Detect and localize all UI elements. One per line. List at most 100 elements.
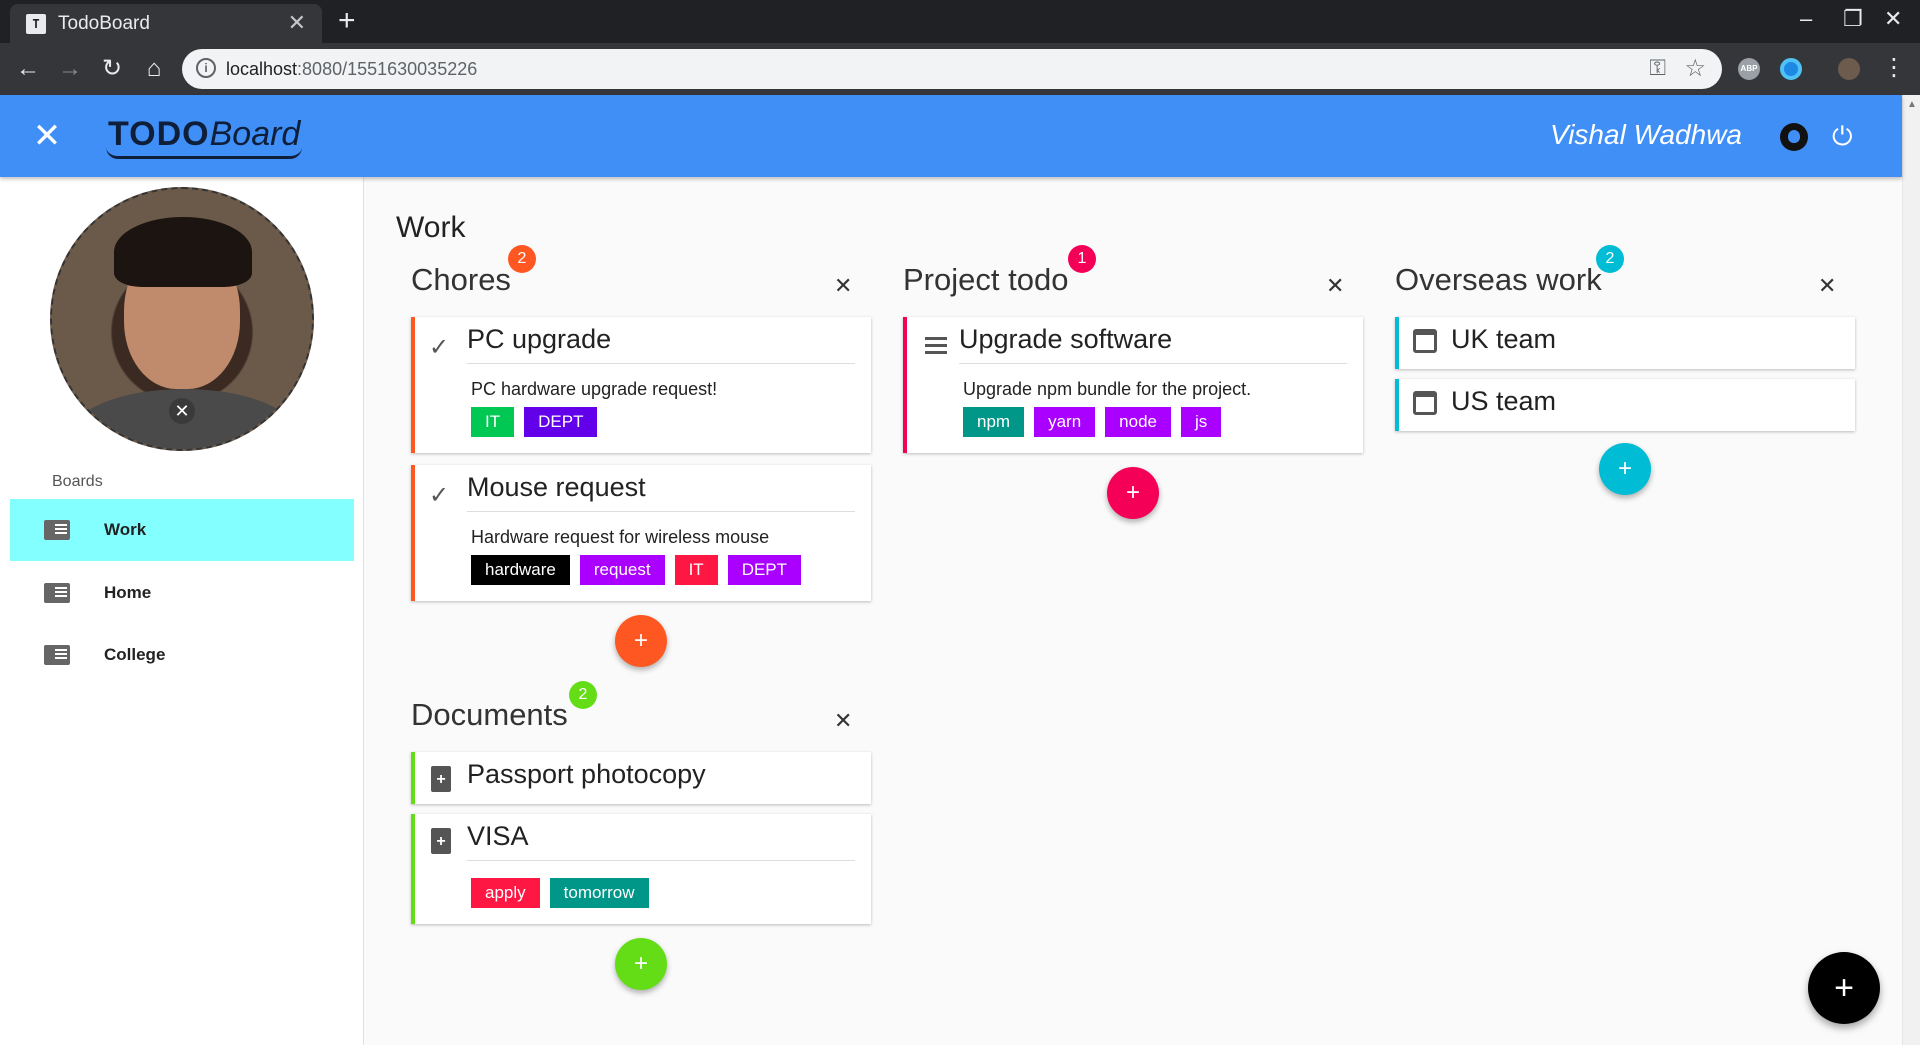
browser-tab[interactable]: T TodoBoard ✕ [10, 4, 322, 43]
tag[interactable]: js [1180, 407, 1222, 437]
new-tab-icon[interactable]: + [338, 4, 356, 38]
card-title: Mouse request [467, 472, 646, 502]
list-title-overseas-work: Overseas work [1395, 262, 1602, 297]
board-icon [44, 645, 70, 665]
extension-icon[interactable] [1780, 58, 1802, 80]
tag[interactable]: request [579, 555, 665, 585]
github-icon[interactable] [1780, 123, 1808, 151]
card-passport-photocopy[interactable]: + Passport photocopy [411, 752, 871, 804]
list-title-project-todo: Project todo [903, 262, 1069, 297]
add-card-button-documents[interactable]: + [615, 938, 667, 990]
delete-list-icon[interactable]: ✕ [1326, 273, 1344, 299]
back-icon[interactable]: ← [10, 51, 46, 87]
tag[interactable]: npm [963, 407, 1025, 437]
sidebar-item-home[interactable]: Home [10, 562, 354, 624]
add-card-button-chores[interactable]: + [615, 615, 667, 667]
calendar-icon [1413, 391, 1437, 415]
delete-list-icon[interactable]: ✕ [834, 273, 852, 299]
document-icon: + [431, 828, 451, 854]
tag[interactable]: apply [471, 878, 540, 908]
add-list-button[interactable]: + [1808, 952, 1880, 1024]
tag[interactable]: DEPT [727, 555, 802, 585]
card-title: VISA [467, 821, 529, 851]
site-info-icon[interactable]: i [196, 58, 216, 78]
app-logo: TODOBoard [106, 115, 303, 159]
tag[interactable]: IT [674, 555, 718, 585]
adblock-extension-icon[interactable]: ABP [1738, 58, 1760, 80]
tab-close-icon[interactable]: ✕ [288, 10, 306, 36]
card-tags: hardware request IT DEPT [471, 555, 802, 585]
scroll-up-icon[interactable]: ▲ [1907, 99, 1917, 110]
forward-icon[interactable]: → [52, 51, 88, 87]
username: Vishal Wadhwa [1550, 119, 1742, 150]
sidebar-item-work[interactable]: Work [10, 499, 354, 561]
tag[interactable]: node [1105, 407, 1171, 437]
card-title: UK team [1451, 324, 1557, 354]
page-scrollbar[interactable]: ▲ [1902, 95, 1920, 1045]
window-close-icon[interactable]: ✕ [1884, 6, 1902, 32]
calendar-icon [1413, 329, 1437, 353]
reload-icon[interactable]: ↻ [94, 51, 130, 87]
profile-avatar-icon[interactable] [1838, 58, 1860, 80]
card-upgrade-software[interactable]: Upgrade software Upgrade npm bundle for … [903, 317, 1363, 453]
url-text: localhost:8080/1551630035226 [226, 59, 478, 79]
boards-section-label: Boards [52, 473, 103, 490]
card-us-team[interactable]: US team [1395, 379, 1855, 431]
sidebar-item-label: College [104, 645, 166, 664]
home-icon[interactable]: ⌂ [136, 51, 172, 87]
card-tags: apply tomorrow [471, 878, 649, 908]
board-title: Work [396, 211, 466, 244]
browser-tabstrip: T TodoBoard ✕ + – ❐ ✕ [0, 0, 1920, 43]
delete-list-icon[interactable]: ✕ [1818, 273, 1836, 299]
bookmark-star-icon[interactable]: ☆ [1684, 54, 1706, 83]
sidebar-item-label: Home [104, 583, 152, 602]
card-title: PC upgrade [467, 324, 612, 354]
app-bar: ✕ TODOBoard Vishal Wadhwa ⏻ [0, 95, 1902, 177]
sidebar-item-college[interactable]: College [10, 624, 354, 686]
card-pc-upgrade[interactable]: ✓ PC upgrade PC hardware upgrade request… [411, 317, 871, 453]
logo-italic-text: Board [209, 115, 301, 153]
power-logout-icon[interactable]: ⏻ [1832, 121, 1853, 153]
add-card-button-overseas-work[interactable]: + [1599, 443, 1651, 495]
check-icon: ✓ [429, 334, 450, 361]
delete-list-icon[interactable]: ✕ [834, 708, 852, 734]
card-visa[interactable]: + VISA apply tomorrow [411, 814, 871, 924]
list-count-badge: 2 [1596, 245, 1624, 273]
browser-menu-icon[interactable]: ⋮ [1882, 53, 1906, 82]
list-count-badge: 2 [569, 681, 597, 709]
document-icon: + [431, 766, 451, 792]
close-drawer-icon[interactable]: ✕ [32, 113, 62, 159]
tag[interactable]: IT [471, 407, 515, 437]
list-title-documents: Documents [411, 697, 568, 732]
tag[interactable]: tomorrow [549, 878, 649, 908]
address-bar[interactable]: i localhost:8080/1551630035226 ⚿ ☆ [182, 49, 1722, 89]
tab-title: TodoBoard [58, 13, 150, 34]
sidebar: ✕ Boards Work Home College [0, 177, 364, 1045]
minimize-icon[interactable]: – [1800, 6, 1812, 32]
card-title: Passport photocopy [467, 759, 706, 789]
remove-avatar-icon[interactable]: ✕ [169, 398, 195, 424]
card-uk-team[interactable]: UK team [1395, 317, 1855, 369]
board-icon [44, 583, 70, 603]
card-title: Upgrade software [959, 324, 1173, 354]
browser-toolbar: ← → ↻ ⌂ i localhost:8080/1551630035226 ⚿… [0, 43, 1920, 95]
card-description: PC hardware upgrade request! [471, 379, 718, 399]
list-count-badge: 1 [1068, 245, 1096, 273]
card-mouse-request[interactable]: ✓ Mouse request Hardware request for wir… [411, 465, 871, 601]
list-count-badge: 2 [508, 245, 536, 273]
app-favicon-icon: T [26, 14, 46, 34]
check-icon: ✓ [429, 482, 450, 509]
add-card-button-project-todo[interactable]: + [1107, 467, 1159, 519]
sidebar-item-label: Work [104, 520, 147, 539]
tag[interactable]: yarn [1034, 407, 1096, 437]
list-icon [925, 337, 947, 355]
card-tags: npm yarn node js [963, 407, 1222, 437]
logo-bold-text: TODO [108, 115, 210, 153]
card-description: Hardware request for wireless mouse [471, 527, 770, 547]
tag[interactable]: hardware [471, 555, 570, 585]
card-description: Upgrade npm bundle for the project. [963, 379, 1252, 399]
card-title: US team [1451, 386, 1557, 416]
restore-icon[interactable]: ❐ [1843, 6, 1863, 32]
key-icon[interactable]: ⚿ [1649, 55, 1666, 81]
tag[interactable]: DEPT [524, 407, 598, 437]
